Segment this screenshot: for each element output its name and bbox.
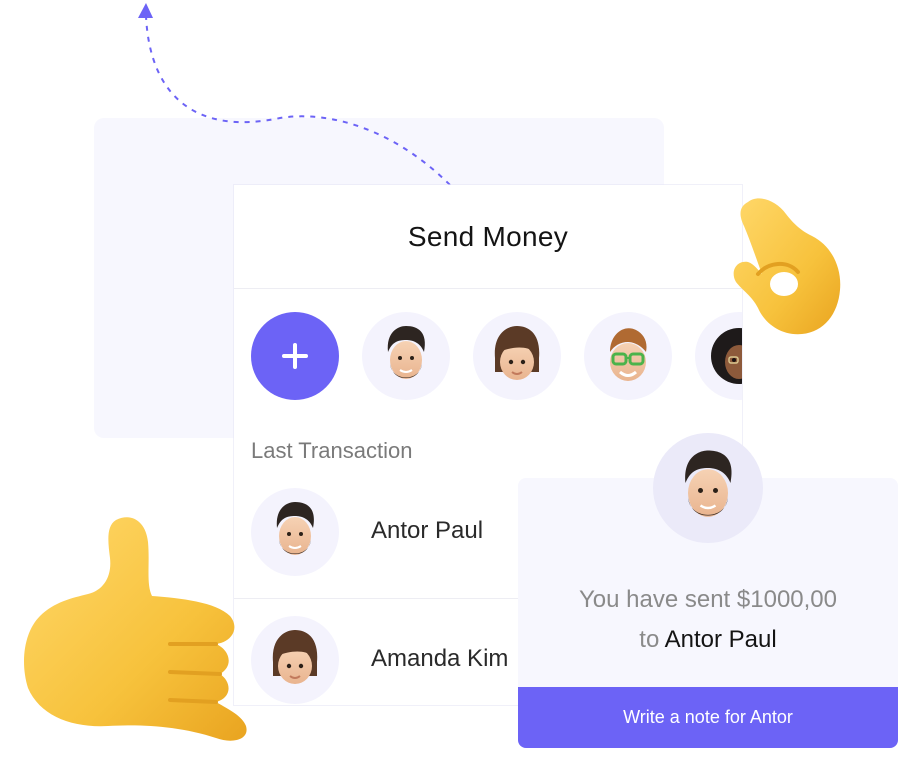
girl-bangs-avatar-icon (494, 326, 540, 380)
contact-avatar-2[interactable] (473, 312, 561, 400)
send-money-title: Send Money (407, 221, 569, 252)
transaction-name: Amanda Kim (371, 645, 509, 672)
sent-amount-text: You have sent $1000,00 (578, 586, 837, 613)
header-divider (234, 288, 742, 289)
ok-hand-emoji-icon (733, 198, 841, 335)
man-glasses-avatar-icon (610, 328, 647, 381)
transaction-name: Antor Paul (371, 517, 484, 544)
write-note-button[interactable]: Write a note for Antor (518, 687, 898, 748)
last-transaction-label: Last Transaction (251, 438, 413, 463)
sent-recipient-line: to Antor Paul (518, 626, 898, 654)
contact-avatar-3[interactable] (584, 312, 672, 400)
avatar (251, 488, 339, 576)
man-beard-avatar-icon (387, 326, 425, 379)
man-beard-avatar-icon (276, 502, 314, 555)
man-beard-avatar-icon (685, 450, 732, 517)
recipient-name: Antor Paul (664, 626, 777, 653)
to-prefix: to (639, 626, 660, 653)
contact-avatar-1[interactable] (362, 312, 450, 400)
recipient-avatar (653, 433, 763, 543)
avatar (251, 616, 339, 704)
girl-bangs-avatar-icon (272, 630, 318, 684)
contacts-row (251, 312, 742, 400)
add-contact-button[interactable] (251, 312, 339, 400)
call-me-hand-emoji-icon (24, 517, 247, 741)
